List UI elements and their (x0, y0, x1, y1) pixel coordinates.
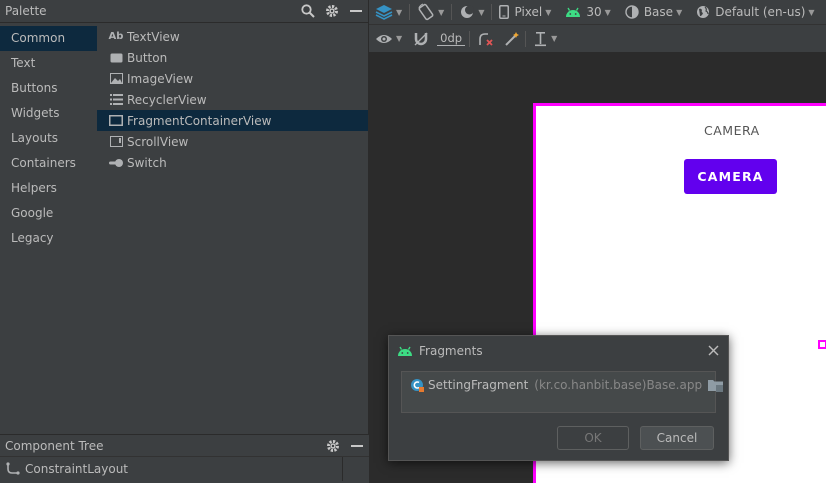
fragment-icon (109, 115, 123, 126)
android-icon (566, 7, 581, 17)
locale-label: Default (en-us) (715, 5, 806, 19)
phone-icon (499, 5, 510, 19)
guidelines-icon[interactable]: ▼ (526, 25, 565, 52)
category-layouts[interactable]: Layouts (0, 126, 97, 151)
minimize-icon[interactable] (344, 0, 368, 23)
image-icon (109, 73, 123, 84)
widget-label: TextView (127, 29, 180, 44)
category-helpers[interactable]: Helpers (0, 176, 97, 201)
cancel-button[interactable]: Cancel (640, 426, 714, 450)
widget-label: Switch (127, 155, 167, 170)
dialog-title: Fragments (419, 343, 483, 358)
widget-label: ImageView (127, 71, 194, 86)
gear-icon[interactable] (320, 0, 344, 23)
widget-label: ScrollView (127, 134, 189, 149)
category-widgets[interactable]: Widgets (0, 101, 97, 126)
fragment-list-item[interactable]: SettingFragment (kr.co.hanbit.base) Base… (402, 372, 724, 398)
orientation-icon[interactable]: ▼ (410, 0, 451, 24)
autoconnect-icon[interactable] (409, 25, 433, 52)
fragment-list: SettingFragment (kr.co.hanbit.base) Base… (401, 371, 724, 413)
chevron-down-icon: ▼ (545, 7, 552, 17)
widget-button[interactable]: Button (97, 47, 368, 68)
api-label: 30 (586, 5, 602, 19)
widget-switch[interactable]: Switch (97, 152, 368, 173)
locale-selector[interactable]: Default (en-us) ▼ (689, 0, 821, 24)
category-buttons[interactable]: Buttons (0, 76, 97, 101)
layers-icon[interactable]: ▼ (369, 0, 409, 24)
fragment-module: Base.app (646, 378, 703, 392)
chevron-down-icon: ▼ (604, 7, 611, 17)
globe-icon (697, 6, 710, 18)
dialog-header: Fragments (389, 336, 728, 365)
palette-title: Palette (5, 4, 47, 18)
minimize-icon[interactable] (345, 434, 369, 457)
scroll-icon (109, 136, 123, 147)
component-tree-panel: Component Tree ConstraintLayout (0, 434, 369, 483)
category-text[interactable]: Text (0, 51, 97, 76)
widget-label: Button (127, 50, 168, 65)
theme-icon (625, 5, 639, 19)
camera-textview[interactable]: CAMERA (704, 123, 760, 138)
widget-recyclerview[interactable]: RecyclerView (97, 89, 368, 110)
list-icon (109, 94, 123, 105)
widget-scrollview[interactable]: ScrollView (97, 131, 368, 152)
switch-icon (109, 158, 123, 167)
widget-label: FragmentContainerView (127, 113, 272, 128)
view-options-icon[interactable]: ▼ (369, 25, 409, 52)
camera-button[interactable]: CAMERA (684, 159, 777, 194)
night-mode-icon[interactable]: ▼ (452, 0, 491, 24)
tree-item-label: ConstraintLayout (25, 462, 129, 476)
chevron-down-icon: ▼ (396, 7, 403, 17)
fragment-container-handle[interactable] (818, 340, 826, 349)
constraint-toolbar: ▼ 0dp ▼ (369, 25, 826, 53)
theme-selector[interactable]: Base ▼ (618, 0, 689, 24)
close-icon[interactable] (698, 336, 728, 365)
android-icon (397, 345, 413, 357)
device-label: Pixel (514, 5, 543, 19)
chevron-down-icon: ▼ (478, 7, 485, 17)
palette-categories: Common Text Buttons Widgets Layouts Cont… (0, 26, 97, 434)
category-legacy[interactable]: Legacy (0, 226, 97, 251)
widget-imageview[interactable]: ImageView (97, 68, 368, 89)
tree-item-constraintlayout[interactable]: ConstraintLayout (0, 457, 343, 481)
widget-textview[interactable]: Ab TextView (97, 26, 368, 47)
infer-constraints-icon[interactable] (499, 25, 525, 52)
design-toolbar: ▼ ▼ ▼ Pixel ▼ 30 ▼ Base ▼ Default (en-us… (369, 0, 826, 25)
constraint-layout-icon (6, 462, 20, 476)
chevron-down-icon: ▼ (551, 34, 558, 43)
palette-panel: Palette Common Text Buttons Widgets Layo… (0, 0, 369, 434)
chevron-down-icon: ▼ (676, 7, 683, 17)
ok-button[interactable]: OK (557, 426, 629, 450)
widget-label: RecyclerView (127, 92, 207, 107)
textview-icon: Ab (108, 31, 124, 42)
clear-constraints-icon[interactable] (470, 25, 499, 52)
margin-value: 0dp (437, 31, 466, 46)
gear-icon[interactable] (321, 434, 345, 457)
kotlin-class-icon (410, 378, 424, 392)
chevron-down-icon: ▼ (438, 7, 445, 17)
category-google[interactable]: Google (0, 201, 97, 226)
category-common[interactable]: Common (0, 26, 97, 51)
button-icon (109, 53, 123, 63)
fragment-name: SettingFragment (428, 378, 529, 392)
chevron-down-icon: ▼ (808, 7, 815, 17)
category-containers[interactable]: Containers (0, 151, 97, 176)
api-selector[interactable]: 30 ▼ (558, 0, 617, 24)
palette-widgets: Ab TextView Button ImageView RecyclerVie… (97, 26, 368, 434)
theme-label: Base (643, 5, 674, 19)
palette-header: Palette (0, 0, 368, 23)
component-tree-header: Component Tree (0, 435, 369, 457)
component-tree-title: Component Tree (5, 438, 104, 453)
default-margin-field[interactable]: 0dp (433, 25, 469, 52)
fragments-dialog: Fragments SettingFragment (kr.co.hanbit.… (388, 335, 729, 461)
device-selector[interactable]: Pixel ▼ (492, 0, 558, 24)
search-icon[interactable] (296, 0, 320, 23)
chevron-down-icon: ▼ (396, 34, 403, 43)
widget-fragmentcontainerview[interactable]: FragmentContainerView (97, 110, 368, 131)
fragment-package: (kr.co.hanbit.base) (534, 378, 647, 392)
folder-icon (708, 379, 724, 392)
